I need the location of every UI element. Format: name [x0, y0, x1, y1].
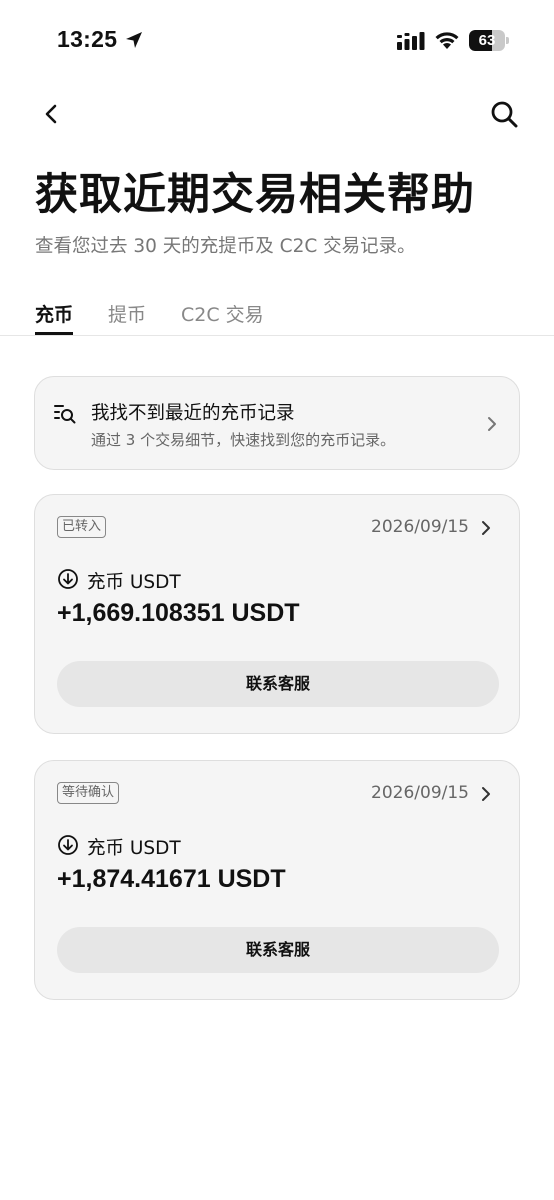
battery-body: 63 — [469, 30, 505, 51]
deposit-icon — [58, 835, 78, 855]
record-type: 充币 USDT — [87, 572, 181, 593]
status-time: 13:25 — [57, 26, 118, 52]
chevron-right-icon[interactable] — [479, 519, 493, 537]
tab-withdraw[interactable]: 提币 — [108, 300, 146, 327]
battery-level: 63 — [478, 32, 496, 49]
search-button[interactable] — [488, 98, 520, 130]
tab-bar: 充币 提币 C2C 交易 — [0, 296, 554, 336]
tab-c2c[interactable]: C2C 交易 — [181, 300, 264, 327]
chevron-right-icon[interactable] — [479, 785, 493, 803]
help-card-description: 通过 3 个交易细节，快速找到您的充币记录。 — [91, 431, 396, 449]
page-title: 获取近期交易相关帮助 — [35, 170, 475, 220]
wifi-icon — [435, 32, 459, 49]
deposit-record-card[interactable]: 已转入 2026/09/15 充币 USDT +1,669.108351 USD… — [34, 494, 520, 734]
battery-icon: 63 — [469, 30, 509, 51]
deposit-icon — [58, 569, 78, 589]
tab-deposit[interactable]: 充币 — [35, 300, 73, 327]
page-subtitle: 查看您过去 30 天的充提币及 C2C 交易记录。 — [35, 236, 416, 257]
page: 13:25 63 获取近期交易相关帮助 查看您过去 30 天的充提币及 C2C … — [0, 0, 554, 1200]
signal-icon — [397, 32, 425, 50]
contact-support-button[interactable]: 联系客服 — [57, 927, 499, 973]
record-date: 2026/09/15 — [371, 783, 469, 803]
status-badge: 已转入 — [57, 516, 107, 538]
record-amount: +1,669.108351 USDT — [57, 599, 300, 627]
record-type: 充币 USDT — [87, 838, 181, 859]
back-button[interactable] — [38, 100, 66, 128]
chevron-left-icon — [45, 104, 57, 124]
search-icon — [491, 101, 518, 128]
chevron-right-icon — [488, 417, 496, 431]
record-amount: +1,874.41671 USDT — [57, 865, 286, 893]
deposit-record-card[interactable]: 等待确认 2026/09/15 充币 USDT +1,874.41671 USD… — [34, 760, 520, 1000]
battery-cap — [506, 37, 509, 44]
help-card-missing-deposit[interactable]: 我找不到最近的充币记录 通过 3 个交易细节，快速找到您的充币记录。 — [34, 376, 520, 470]
location-arrow-icon — [126, 32, 142, 48]
tab-active-indicator — [35, 332, 73, 335]
status-bar: 13:25 63 — [0, 0, 554, 84]
list-search-icon — [54, 405, 76, 424]
contact-support-button[interactable]: 联系客服 — [57, 661, 499, 707]
record-date: 2026/09/15 — [371, 517, 469, 537]
help-card-title: 我找不到最近的充币记录 — [91, 403, 295, 424]
status-badge: 等待确认 — [57, 782, 120, 804]
